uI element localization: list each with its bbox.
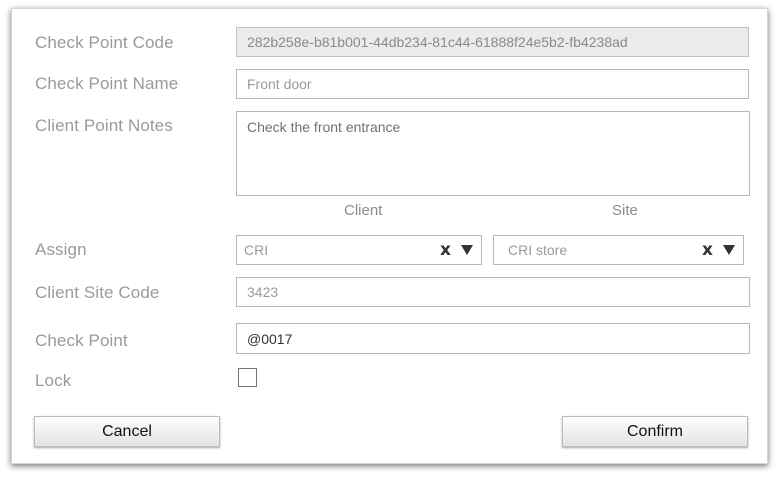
cancel-button[interactable]: Cancel [34, 416, 220, 447]
check-point-name-label: Check Point Name [35, 74, 179, 93]
check-point-code-label: Check Point Code [35, 33, 174, 52]
client-site-code-input[interactable]: 3423 [236, 277, 750, 307]
site-select-value: CRI store [508, 242, 568, 258]
site-select-controls: x [702, 240, 735, 260]
client-select-controls: x [440, 240, 473, 260]
check-point-dialog: Check Point Code 282b258e-b81b001-44db23… [11, 8, 768, 464]
site-column-header: Site [612, 202, 638, 219]
site-dropdown-arrow-icon[interactable] [723, 245, 735, 255]
client-site-code-label: Client Site Code [35, 283, 160, 302]
client-point-notes-textarea[interactable]: Check the front entrance [236, 111, 750, 196]
client-select[interactable]: CRI x [236, 235, 482, 265]
assign-label: Assign [35, 240, 87, 259]
check-point-name-input[interactable]: Front door [236, 69, 749, 99]
check-point-label: Check Point [35, 331, 128, 350]
client-dropdown-arrow-icon[interactable] [461, 245, 473, 255]
check-point-input[interactable]: @0017 [236, 323, 750, 354]
client-clear-icon[interactable]: x [440, 240, 451, 260]
site-select[interactable]: CRI store x [493, 235, 744, 265]
client-column-header: Client [344, 202, 383, 219]
lock-label: Lock [35, 371, 72, 390]
client-point-notes-label: Client Point Notes [35, 116, 173, 135]
confirm-button[interactable]: Confirm [562, 416, 748, 447]
check-point-code-field: 282b258e-b81b001-44db234-81c44-61888f24e… [236, 27, 749, 57]
lock-checkbox[interactable] [238, 368, 257, 387]
site-clear-icon[interactable]: x [702, 240, 713, 260]
client-select-value: CRI [244, 242, 269, 258]
